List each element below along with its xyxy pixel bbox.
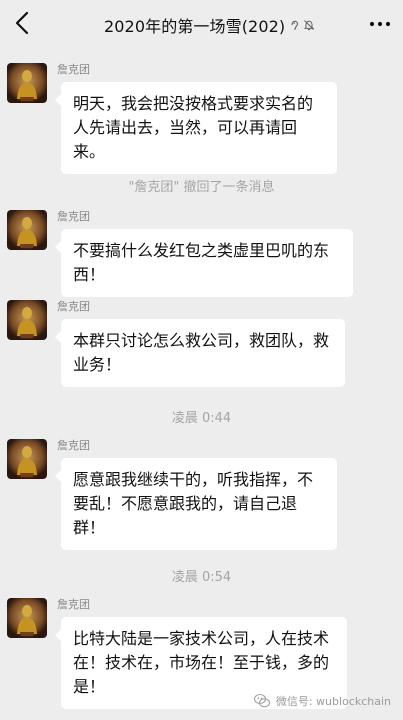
wechat-icon <box>253 693 270 708</box>
message-3: 詹克团 本群只讨论怎么救公司，救团队，救业务！ <box>7 298 397 387</box>
message-4: 詹克团 愿意跟我继续干的，听我指挥，不要乱！不愿意跟我的，请自己退群！ <box>7 437 397 550</box>
message-bubble[interactable]: 愿意跟我继续干的，听我指挥，不要乱！不愿意跟我的，请自己退群！ <box>55 458 337 550</box>
chat-header: 2020年的第一场雪(202) <box>0 0 403 50</box>
sender-name: 詹克团 <box>57 210 90 223</box>
sender-name: 詹克团 <box>57 598 90 611</box>
avatar[interactable] <box>7 210 47 250</box>
back-arrow-icon[interactable] <box>8 8 38 38</box>
recall-notice: "詹克团" 撤回了一条消息 <box>128 180 275 195</box>
message-bubble[interactable]: 明天，我会把没按格式要求实名的人先请出去，当然，可以再请回来。 <box>55 82 337 174</box>
message-1: 詹克团 明天，我会把没按格式要求实名的人先请出去，当然，可以再请回来。 <box>7 61 397 174</box>
avatar[interactable] <box>7 300 47 340</box>
chat-title-wrap: 2020年的第一场雪(202) <box>104 13 315 37</box>
ear-icon <box>291 20 299 30</box>
more-icon[interactable] <box>367 12 393 36</box>
message-text: 本群只讨论怎么救公司，救团队，救业务！ <box>73 331 330 374</box>
message-2: 詹克团 不要搞什么发红包之类虚里巴叽的东西！ <box>7 208 397 297</box>
mute-bell-icon <box>303 20 315 31</box>
message-5: 詹克团 比特大陆是一家技术公司，人在技术在！技术在，市场在！至于钱，多的是！ <box>7 596 397 709</box>
sender-name: 詹克团 <box>57 63 90 76</box>
sender-name: 詹克团 <box>57 439 90 452</box>
chat-title: 2020年的第一场雪(202) <box>104 17 286 36</box>
message-bubble[interactable]: 本群只讨论怎么救公司，救团队，救业务！ <box>55 319 345 387</box>
timestamp: 凌晨 0:54 <box>171 570 232 585</box>
message-text: 比特大陆是一家技术公司，人在技术在！技术在，市场在！至于钱，多的是！ <box>73 629 330 696</box>
sender-name: 詹克团 <box>57 300 90 313</box>
message-text: 明天，我会把没按格式要求实名的人先请出去，当然，可以再请回来。 <box>73 94 314 161</box>
timestamp: 凌晨 0:44 <box>171 411 232 426</box>
message-bubble[interactable]: 不要搞什么发红包之类虚里巴叽的东西！ <box>55 229 353 297</box>
avatar[interactable] <box>7 439 47 479</box>
watermark: 微信号: wublockchain <box>253 692 391 710</box>
avatar[interactable] <box>7 598 47 638</box>
avatar[interactable] <box>7 63 47 103</box>
message-text: 不要搞什么发红包之类虚里巴叽的东西！ <box>73 241 330 284</box>
message-text: 愿意跟我继续干的，听我指挥，不要乱！不愿意跟我的，请自己退群！ <box>73 470 314 537</box>
watermark-text: 微信号: wublockchain <box>275 695 391 708</box>
